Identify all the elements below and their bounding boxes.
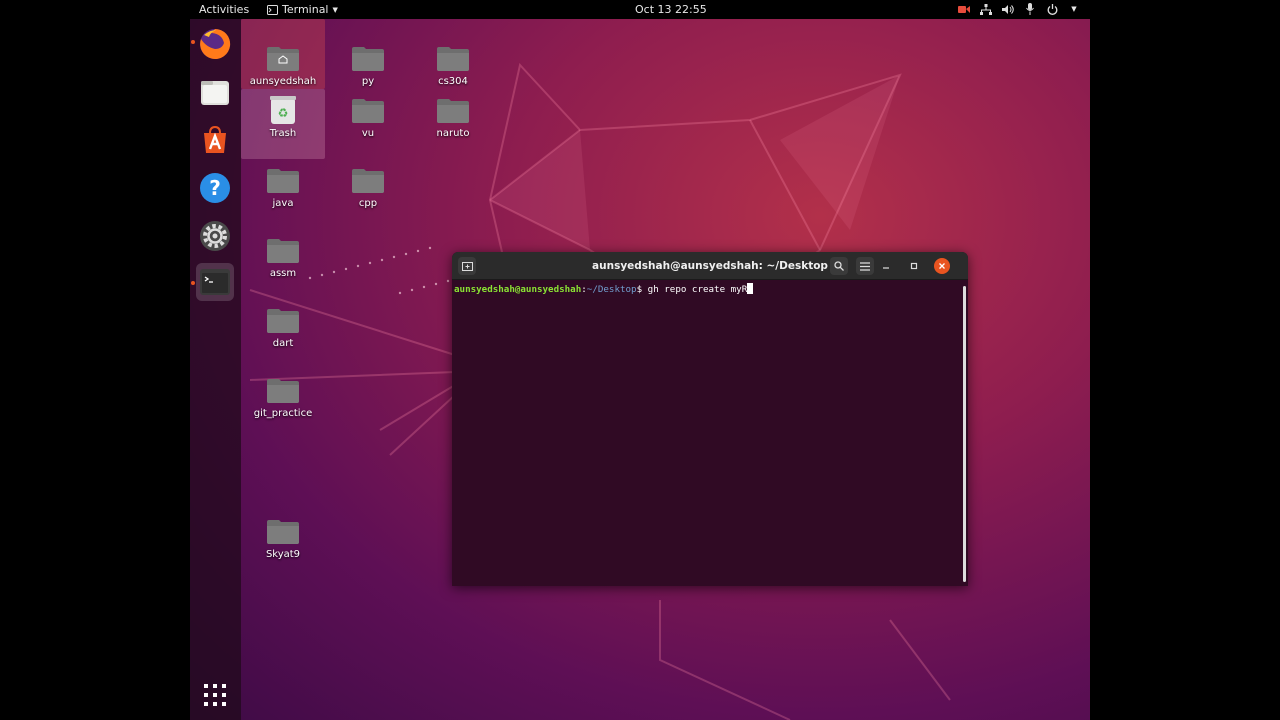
- clock[interactable]: Oct 13 22:55: [635, 3, 707, 16]
- desktop-icon-folder[interactable]: vu: [326, 89, 410, 159]
- search-icon: [834, 261, 844, 271]
- dock-item-settings[interactable]: [196, 217, 234, 255]
- desktop-icon-folder[interactable]: cs304: [411, 19, 495, 89]
- terminal-header-bar[interactable]: aunsyedshah@aunsyedshah: ~/Desktop: [452, 252, 968, 280]
- desktop-icon-home[interactable]: aunsyedshah: [241, 19, 325, 89]
- desktop-icon-folder[interactable]: cpp: [326, 159, 410, 229]
- search-button[interactable]: [830, 257, 848, 275]
- terminal-small-icon: [267, 4, 278, 15]
- dock-item-help[interactable]: ?: [196, 169, 234, 207]
- desktop-icon-label: aunsyedshah: [249, 76, 317, 87]
- folder-icon: [437, 99, 469, 123]
- desktop-icon-folder[interactable]: git_practice: [241, 369, 325, 439]
- activities-button[interactable]: Activities: [199, 3, 249, 16]
- folder-icon: [352, 99, 384, 123]
- close-button[interactable]: [934, 258, 950, 274]
- svg-text:♻: ♻: [278, 106, 289, 120]
- desktop-icon-label: vu: [361, 128, 375, 139]
- desktop-icon-label: git_practice: [253, 408, 313, 419]
- menu-button[interactable]: [856, 257, 874, 275]
- app-menu[interactable]: Terminal ▼: [267, 3, 338, 16]
- folder-icon: [352, 169, 384, 193]
- folder-icon: [267, 239, 299, 263]
- text-cursor: [747, 283, 754, 294]
- desktop-icon-folder[interactable]: dart: [241, 299, 325, 369]
- home-folder-icon: [267, 47, 299, 71]
- app-menu-label: Terminal: [282, 3, 329, 16]
- prompt-symbol: $: [636, 284, 648, 295]
- dock: ?: [190, 19, 241, 720]
- chevron-down-icon[interactable]: ▼: [1068, 3, 1080, 15]
- running-indicator: [191, 40, 195, 44]
- folder-icon: [267, 309, 299, 333]
- terminal-window[interactable]: aunsyedshah@aunsyedshah: ~/Desktop aunsy…: [452, 252, 968, 586]
- volume-icon[interactable]: [1002, 3, 1014, 15]
- dock-item-show-apps[interactable]: [196, 676, 234, 714]
- microphone-icon[interactable]: [1024, 3, 1036, 15]
- desktop-icon-label: dart: [272, 338, 294, 349]
- desktop-icon-label: java: [272, 198, 294, 209]
- ubuntu-software-icon: [204, 125, 226, 153]
- screen-record-icon[interactable]: [958, 3, 970, 15]
- desktop-icon-folder[interactable]: py: [326, 19, 410, 89]
- power-icon[interactable]: [1046, 3, 1058, 15]
- desktop-icon-label: py: [361, 76, 375, 87]
- running-indicator: [191, 281, 195, 285]
- folder-icon: [267, 520, 299, 544]
- prompt-user: aunsyedshah@aunsyedshah: [454, 284, 582, 295]
- desktop-icon-folder[interactable]: naruto: [411, 89, 495, 159]
- dock-item-software[interactable]: [196, 121, 234, 159]
- prompt-path: ~/Desktop: [586, 284, 637, 295]
- firefox-icon: [200, 28, 231, 59]
- network-icon[interactable]: [980, 3, 992, 15]
- desktop-icon-label: naruto: [436, 128, 470, 139]
- dock-item-firefox[interactable]: [196, 25, 234, 63]
- help-icon: ?: [200, 173, 230, 203]
- desktop-icon-label: assm: [269, 268, 297, 279]
- files-icon: [201, 81, 229, 105]
- desktop-icon-trash[interactable]: ♻ Trash: [241, 89, 325, 159]
- hamburger-menu-icon: [860, 261, 870, 271]
- desktop-icon-folder[interactable]: assm: [241, 229, 325, 299]
- folder-icon: [267, 169, 299, 193]
- dock-item-files[interactable]: [196, 73, 234, 111]
- desktop-icon-label: cpp: [358, 198, 378, 209]
- trash-icon: ♻: [270, 96, 296, 124]
- desktop-icon-folder[interactable]: java: [241, 159, 325, 229]
- minimize-button[interactable]: [878, 258, 894, 274]
- system-tray[interactable]: ▼: [958, 3, 1080, 15]
- scrollbar[interactable]: [963, 286, 966, 582]
- folder-icon: [352, 47, 384, 71]
- top-bar: Activities Terminal ▼ Oct 13 22:55 ▼: [190, 0, 1090, 19]
- terminal-icon: [200, 269, 230, 295]
- terminal-output[interactable]: aunsyedshah@aunsyedshah:~/Desktop$ gh re…: [452, 280, 968, 586]
- desktop-icon-label: cs304: [438, 76, 468, 87]
- command-text: gh repo create myR: [647, 284, 748, 295]
- folder-icon: [437, 47, 469, 71]
- svg-text:?: ?: [209, 176, 221, 200]
- desktop-icon-label: Skyat9: [265, 549, 301, 560]
- folder-icon: [267, 379, 299, 403]
- app-grid-icon: [204, 684, 226, 706]
- desktop-icon-folder[interactable]: Skyat9: [241, 510, 325, 580]
- maximize-icon: [910, 262, 918, 270]
- desktop-icon-label: Trash: [269, 128, 297, 139]
- dock-item-terminal[interactable]: [196, 263, 234, 301]
- close-icon: [939, 263, 945, 269]
- minimize-icon: [883, 267, 889, 269]
- settings-icon: [200, 221, 230, 251]
- desktop-screen: Activities Terminal ▼ Oct 13 22:55 ▼ ? a…: [190, 0, 1090, 720]
- chevron-down-icon: ▼: [332, 5, 338, 14]
- maximize-button[interactable]: [906, 258, 922, 274]
